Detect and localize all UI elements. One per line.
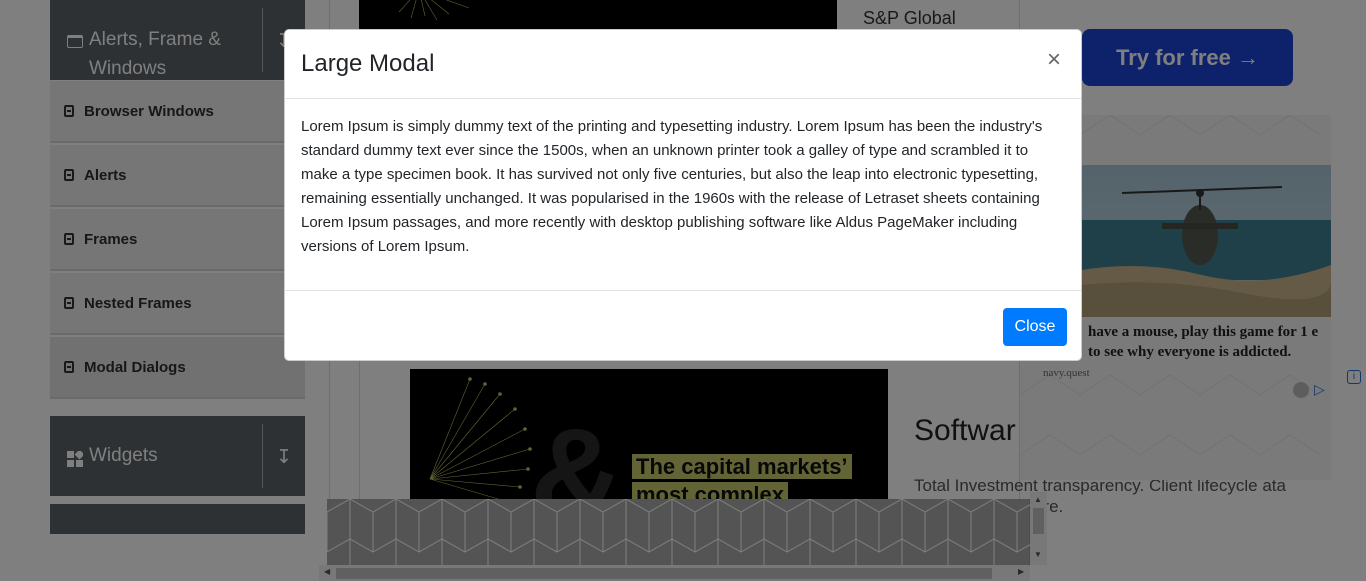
large-modal: Large Modal × Lorem Ipsum is simply dumm… <box>284 29 1082 361</box>
close-icon[interactable]: × <box>1047 46 1061 74</box>
modal-body: Lorem Ipsum is simply dummy text of the … <box>285 99 1081 291</box>
modal-footer: Close <box>285 291 1081 361</box>
modal-header: Large Modal × <box>285 30 1081 99</box>
close-button[interactable]: Close <box>1003 308 1067 346</box>
modal-title: Large Modal <box>301 50 435 77</box>
